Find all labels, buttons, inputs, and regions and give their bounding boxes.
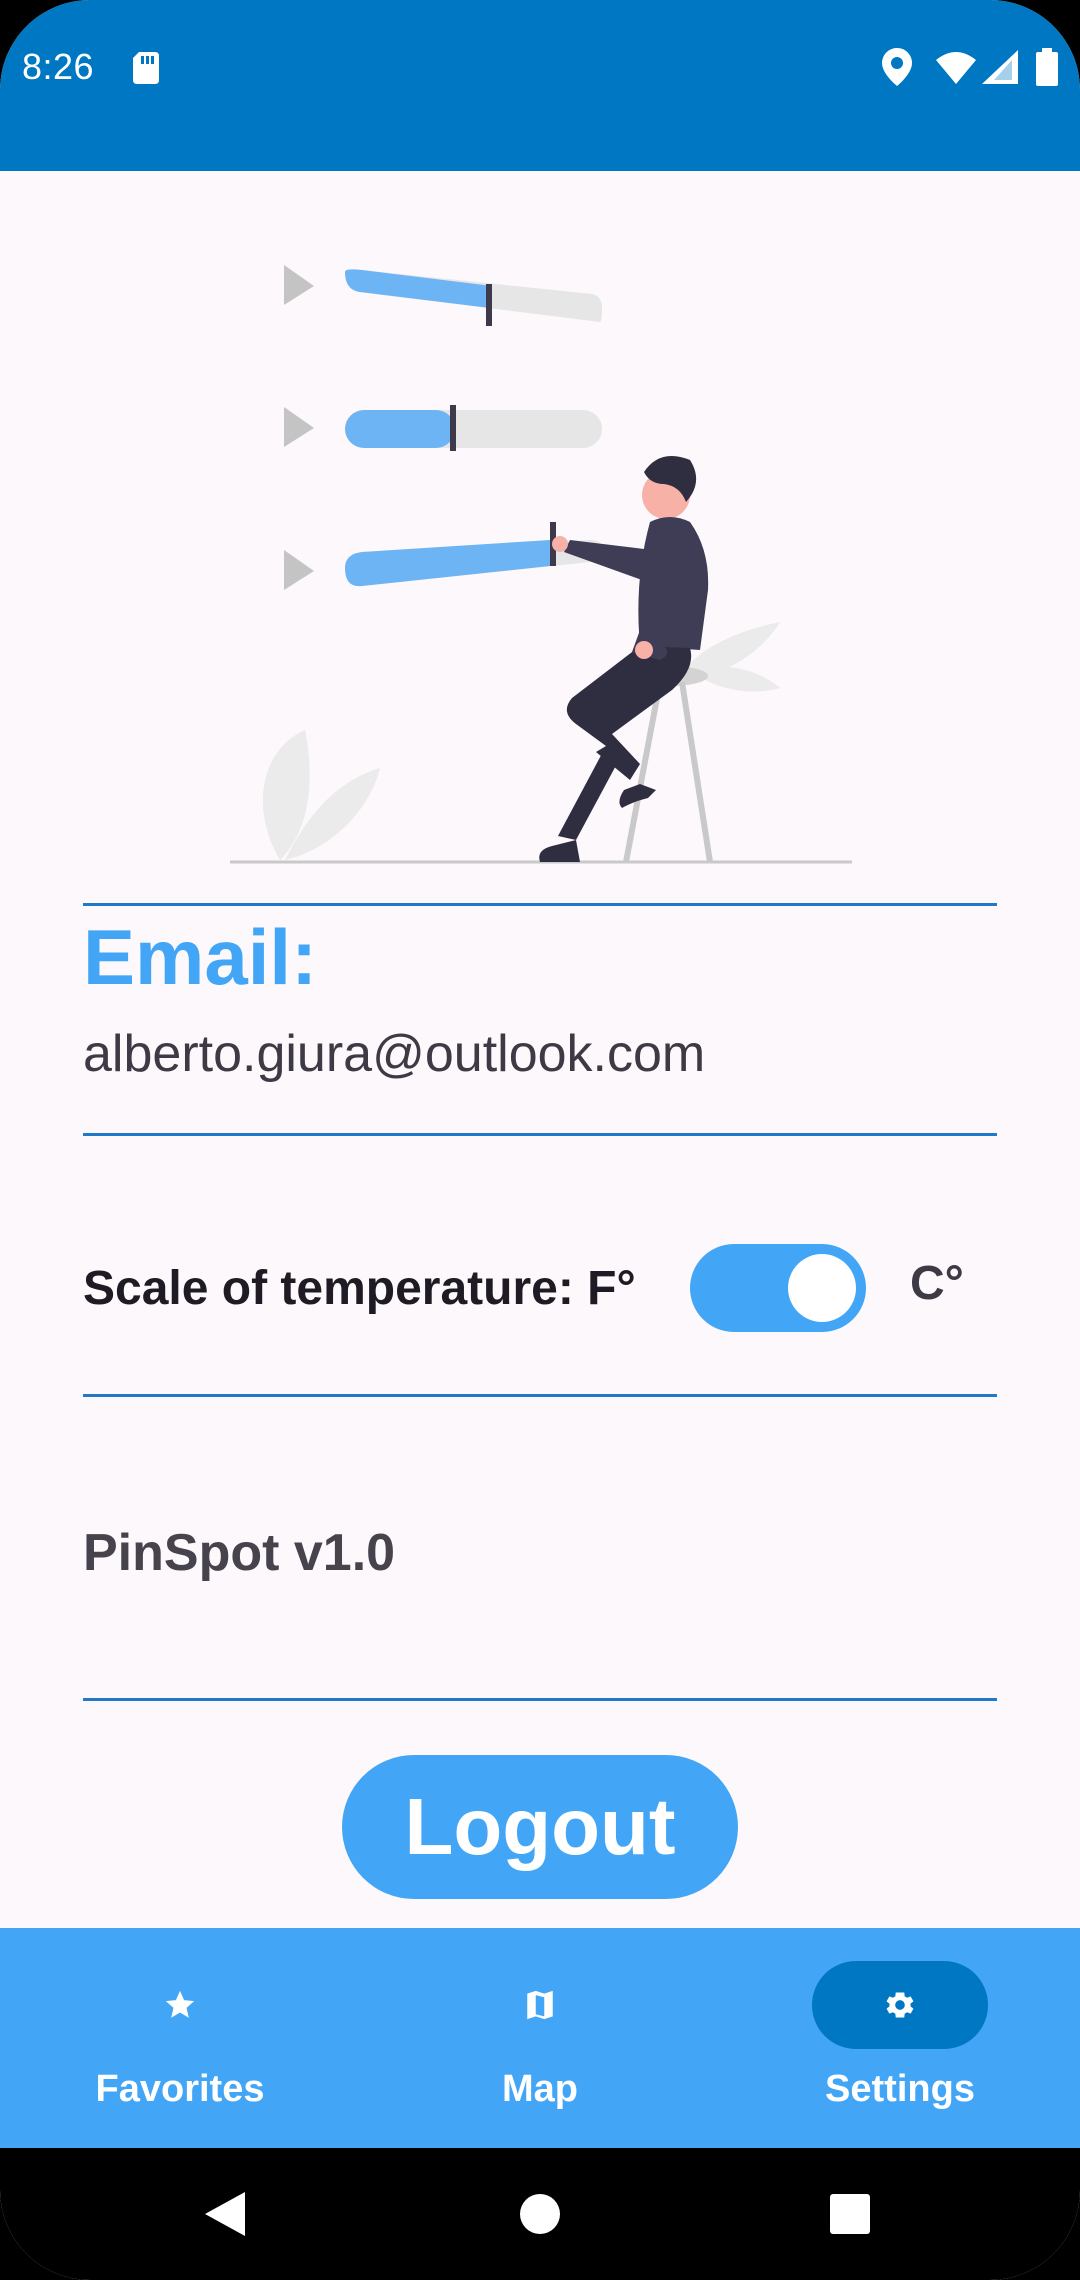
nav-pill-settings bbox=[812, 1961, 988, 2049]
toggle-thumb bbox=[788, 1254, 856, 1322]
sliders-illustration bbox=[230, 265, 852, 864]
email-label: Email: bbox=[83, 913, 318, 1001]
divider-temperature bbox=[83, 1394, 997, 1397]
battery-icon bbox=[1036, 48, 1058, 86]
nav-pill-favorites bbox=[92, 1961, 268, 2049]
settings-screen: 8:26 Email: alberto.giura@outlook.com Sc… bbox=[0, 0, 1080, 2280]
gear-icon bbox=[886, 1992, 914, 2018]
nav-label-settings: Settings bbox=[825, 2068, 975, 2110]
divider-top bbox=[83, 903, 997, 906]
divider-version bbox=[83, 1698, 997, 1701]
recent-apps-icon[interactable] bbox=[830, 2194, 870, 2234]
email-value: alberto.giura@outlook.com bbox=[83, 1025, 706, 1083]
nav-item-favorites[interactable]: Favorites bbox=[0, 1928, 360, 2148]
back-icon[interactable] bbox=[205, 2192, 245, 2236]
status-bar: 8:26 bbox=[0, 0, 1080, 171]
sd-card-icon bbox=[133, 52, 159, 84]
status-time: 8:26 bbox=[22, 46, 95, 87]
nav-item-map[interactable]: Map bbox=[360, 1928, 720, 2148]
star-icon bbox=[165, 1990, 195, 2018]
cell-signal-icon bbox=[982, 50, 1018, 84]
logout-button[interactable]: Logout bbox=[342, 1755, 738, 1899]
nav-pill-map bbox=[452, 1961, 628, 2049]
system-navigation-bar bbox=[0, 2148, 1080, 2280]
map-icon bbox=[527, 1990, 553, 2020]
divider-email bbox=[83, 1133, 997, 1136]
nav-item-settings[interactable]: Settings bbox=[720, 1928, 1080, 2148]
temperature-scale-label: Scale of temperature: F° bbox=[83, 1262, 636, 1315]
temperature-scale-toggle[interactable] bbox=[690, 1244, 866, 1332]
nav-label-favorites: Favorites bbox=[95, 2068, 265, 2110]
home-icon[interactable] bbox=[518, 2192, 562, 2236]
nav-label-map: Map bbox=[502, 2068, 578, 2110]
bottom-navigation: Favorites Map Settings bbox=[0, 1928, 1080, 2148]
location-icon bbox=[882, 48, 912, 86]
wifi-icon bbox=[936, 52, 976, 84]
app-version: PinSpot v1.0 bbox=[83, 1524, 396, 1582]
celsius-label: C° bbox=[910, 1257, 964, 1310]
